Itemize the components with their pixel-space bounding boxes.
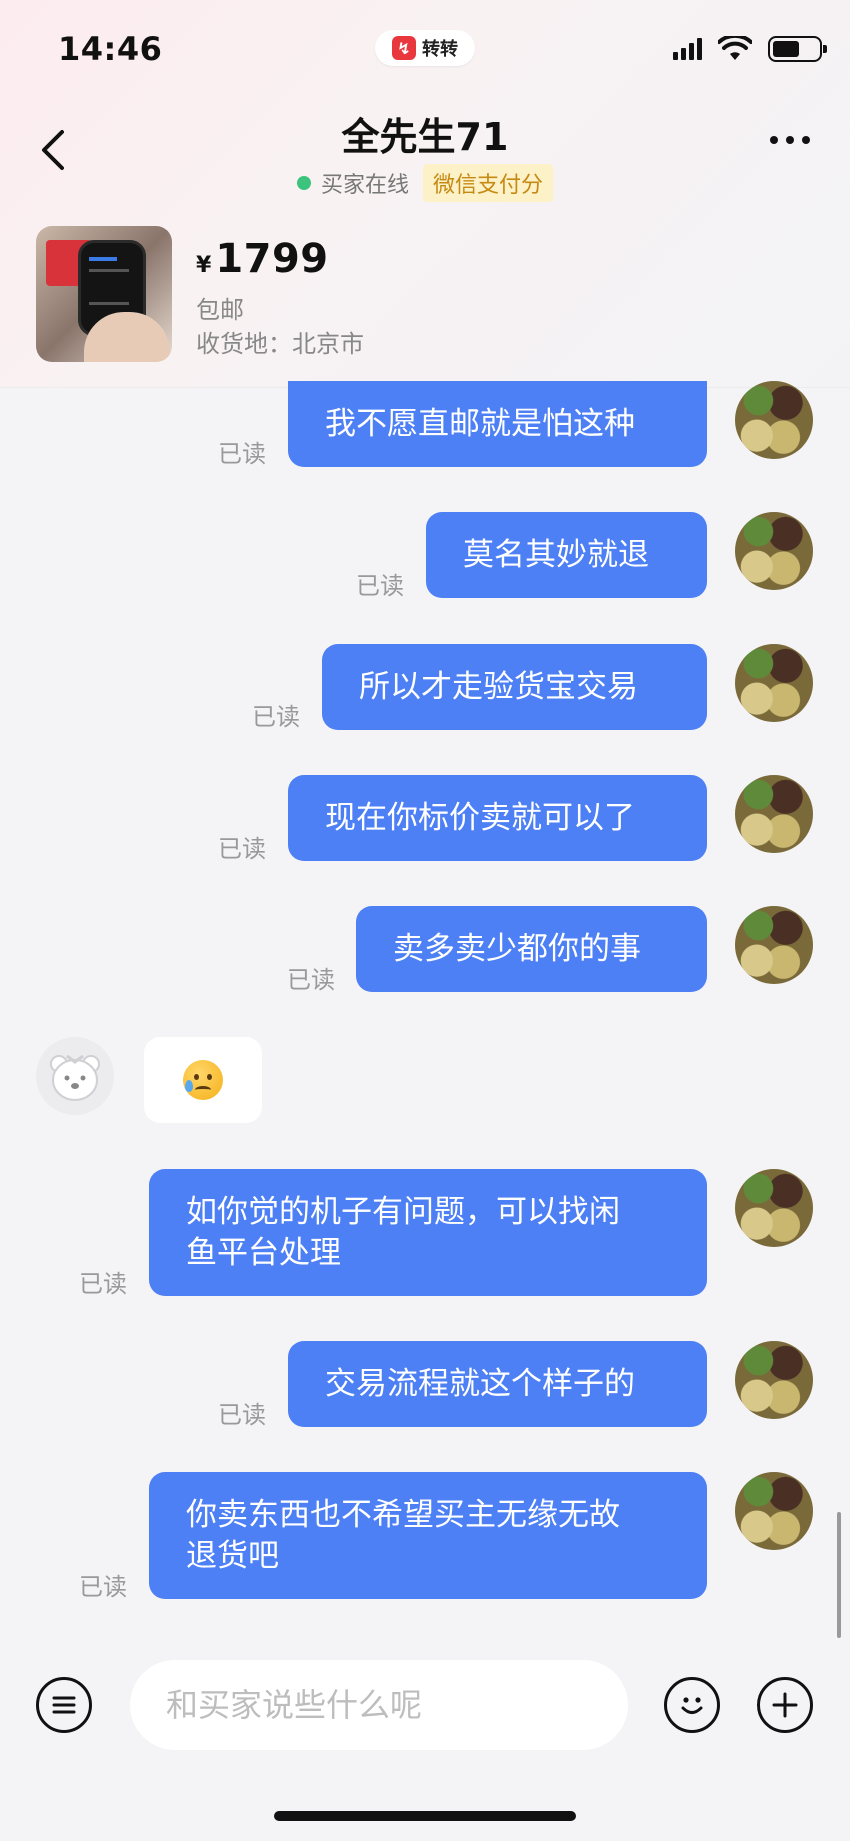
read-status: 已读 (252, 703, 300, 731)
read-status: 已读 (218, 440, 266, 468)
read-status: 已读 (287, 966, 335, 994)
more-options-icon[interactable] (770, 136, 810, 144)
message-bubble[interactable]: 卖多卖少都你的事 (356, 906, 707, 992)
my-avatar[interactable] (735, 775, 813, 853)
read-status: 已读 (356, 572, 404, 600)
message-bubble[interactable]: 你卖东西也不希望买主无缘无故 退货吧 (149, 1472, 707, 1599)
message-input[interactable] (166, 1686, 628, 1724)
buyer-avatar[interactable] (36, 1037, 114, 1115)
emoji-icon[interactable] (664, 1677, 720, 1733)
online-status: 买家在线 (320, 173, 409, 198)
read-status: 已读 (218, 1401, 266, 1429)
message-bubble[interactable]: 我不愿直邮就是怕这种 (288, 381, 707, 467)
my-avatar[interactable] (735, 1341, 813, 1419)
cellular-signal-icon (673, 38, 702, 60)
my-avatar[interactable] (735, 1169, 813, 1247)
status-icons (673, 36, 827, 62)
menu-icon[interactable] (36, 1677, 92, 1733)
battery-icon (768, 36, 827, 62)
read-status: 已读 (218, 835, 266, 863)
message-bubble[interactable]: 莫名其妙就退 (426, 512, 707, 598)
delivery-address: 收货地：北京市 (196, 330, 364, 358)
chat-title: 全先生71 (341, 115, 509, 159)
message-bubble[interactable]: 所以才走验货宝交易 (322, 644, 707, 730)
read-status: 已读 (79, 1573, 127, 1601)
home-indicator[interactable] (274, 1811, 576, 1821)
currency-symbol: ¥ (196, 253, 212, 278)
online-dot-icon (296, 176, 311, 190)
bear-avatar-icon (50, 1054, 100, 1101)
message-bubble[interactable]: 现在你标价卖就可以了 (288, 775, 707, 861)
message-bubble[interactable]: 如你觉的机子有问题，可以找闲 鱼平台处理 (149, 1169, 707, 1296)
product-price: ¥ 1799 (196, 236, 329, 282)
read-status: 已读 (79, 1270, 127, 1298)
price-value: 1799 (215, 236, 329, 282)
wifi-icon (718, 36, 752, 60)
shipping-info: 包邮 (196, 296, 244, 324)
my-avatar[interactable] (735, 906, 813, 984)
my-avatar[interactable] (735, 512, 813, 590)
sad-relieved-face-icon (183, 1060, 223, 1100)
wechat-pay-badge: 微信支付分 (423, 164, 554, 202)
message-bubble[interactable]: 交易流程就这个样子的 (288, 1341, 707, 1427)
zhuanzhuan-logo-icon: ↯ (392, 36, 416, 60)
app-return-pill[interactable]: ↯ 转转 (375, 30, 475, 66)
scrollbar[interactable] (837, 1512, 841, 1638)
buyer-emoji-message[interactable] (144, 1037, 262, 1123)
app-badge-label: 转转 (422, 39, 458, 60)
product-thumbnail[interactable] (36, 226, 172, 362)
my-avatar[interactable] (735, 1472, 813, 1550)
add-icon[interactable] (757, 1677, 813, 1733)
chat-subtitle: 买家在线 微信支付分 (0, 164, 850, 202)
status-time: 14:46 (58, 30, 163, 68)
my-avatar[interactable] (735, 381, 813, 459)
message-input-field[interactable] (130, 1660, 628, 1750)
my-avatar[interactable] (735, 644, 813, 722)
